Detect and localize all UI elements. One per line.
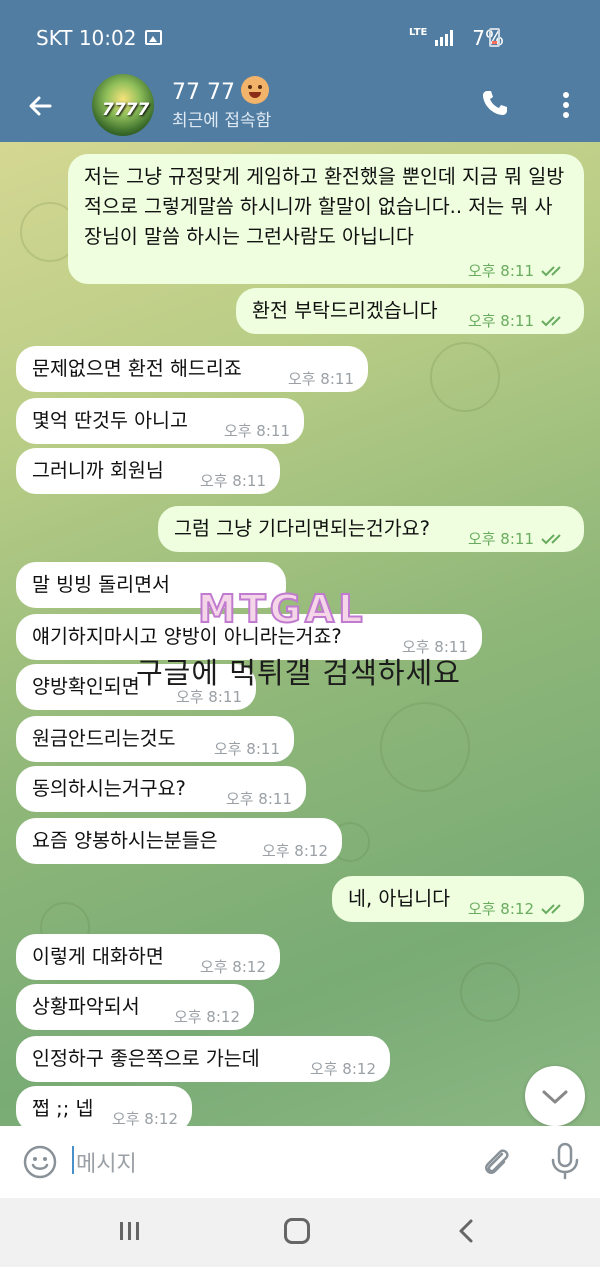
- message-bubble-outgoing[interactable]: 네, 아닙니다 오후 8:12: [332, 876, 584, 922]
- message-text: 말 빙빙 돌리면서: [32, 573, 170, 596]
- watermark-logo-text: MTGAL: [198, 587, 367, 630]
- double-check-icon: [541, 316, 561, 327]
- message-bubble-incoming[interactable]: 요즘 양봉하시는분들은 오후 8:12: [16, 818, 342, 864]
- message-input-bar: 메시지: [0, 1126, 600, 1198]
- avatar-text: 7777: [102, 100, 150, 120]
- message-bubble-incoming[interactable]: 문제없으면 환전 해드리죠 오후 8:11: [16, 346, 368, 392]
- message-bubble-incoming[interactable]: 몇억 딴것두 아니고 오후 8:11: [16, 398, 304, 444]
- avatar[interactable]: 7777: [92, 74, 154, 136]
- message-text: 환전 부탁드리겠습니다: [252, 299, 438, 322]
- message-text: 네, 아닙니다: [348, 887, 451, 910]
- more-vertical-icon[interactable]: [556, 90, 576, 120]
- contact-name-text: 77 77: [172, 80, 235, 105]
- last-seen-status: 최근에 접속함: [172, 111, 272, 131]
- message-time: 오후 8:12: [309, 1060, 376, 1078]
- message-time: 오후 8:12: [173, 1008, 240, 1026]
- message-time: 오후 8:11: [213, 740, 280, 758]
- watermark-logo: MTGAL: [197, 586, 367, 630]
- message-bubble-incoming[interactable]: 그러니까 회원님 오후 8:11: [16, 448, 280, 494]
- message-time: 오후 8:11: [199, 472, 266, 490]
- laughing-emoji-icon: [240, 76, 269, 104]
- chevron-down-icon: [542, 1090, 568, 1104]
- system-nav-bar: [0, 1198, 600, 1267]
- watermark-text: 구글에 먹튀갤 검색하세요: [136, 656, 461, 690]
- status-bar: SKT 10:02 LTE 7%: [0, 0, 600, 74]
- double-check-icon: [541, 534, 561, 545]
- message-text: 저는 그냥 규정맞게 게임하고 환전했을 뿐인데 지금 뭐 일방적으로 그렇게말…: [84, 165, 565, 248]
- message-text: 동의하시는거구요?: [32, 777, 186, 800]
- message-text: 그럼 그냥 기다리면되는건가요?: [174, 517, 430, 540]
- message-bubble-incoming[interactable]: 쩝 ;; 넵 오후 8:12: [16, 1086, 192, 1126]
- message-text: 상황파악되서: [32, 995, 140, 1018]
- message-text: 문제없으면 환전 해드리죠: [32, 357, 242, 380]
- message-bubble-incoming[interactable]: 이렇게 대화하면 오후 8:12: [16, 934, 280, 980]
- message-text: 양방확인되면: [32, 675, 140, 698]
- message-text: 그러니까 회원님: [32, 459, 164, 482]
- arrow-left-icon[interactable]: [24, 90, 56, 122]
- message-time: 오후 8:11: [225, 790, 292, 808]
- message-text: 인정하구 좋은쪽으로 가는데: [32, 1047, 260, 1070]
- contact-name[interactable]: 77 77: [172, 76, 269, 105]
- chat-area[interactable]: 저는 그냥 규정맞게 게임하고 환전했을 뿐인데 지금 뭐 일방적으로 그렇게말…: [0, 142, 600, 1126]
- text-cursor: [72, 1146, 74, 1174]
- message-input[interactable]: 메시지: [72, 1142, 452, 1182]
- scroll-down-button[interactable]: [525, 1066, 585, 1126]
- double-check-icon: [541, 266, 561, 277]
- paperclip-icon[interactable]: [478, 1144, 514, 1180]
- message-bubble-incoming[interactable]: 상황파악되서 오후 8:12: [16, 984, 254, 1030]
- message-text: 이렇게 대화하면: [32, 945, 164, 968]
- message-bubble-outgoing[interactable]: 환전 부탁드리겠습니다 오후 8:11: [236, 288, 584, 334]
- message-bubble-outgoing[interactable]: 그럼 그냥 기다리면되는건가요? 오후 8:11: [158, 506, 584, 552]
- message-bubble-incoming[interactable]: 원금안드리는것도 오후 8:11: [16, 716, 294, 762]
- message-text: 쩝 ;; 넵: [32, 1097, 94, 1120]
- lte-indicator: LTE: [409, 27, 428, 38]
- microphone-icon[interactable]: [548, 1142, 582, 1180]
- back-nav-icon[interactable]: [456, 1218, 476, 1244]
- chat-header: 7777 77 77 최근에 접속함: [0, 74, 600, 142]
- message-time: 오후 8:12: [199, 958, 266, 976]
- signal-icon: [435, 30, 453, 46]
- message-time: 오후 8:11: [467, 312, 534, 330]
- message-text: 몇억 딴것두 아니고: [32, 409, 188, 432]
- message-bubble-outgoing[interactable]: 저는 그냥 규정맞게 게임하고 환전했을 뿐인데 지금 뭐 일방적으로 그렇게말…: [68, 154, 584, 284]
- message-text: 요즘 양봉하시는분들은: [32, 829, 218, 852]
- message-time: 오후 8:11: [467, 530, 534, 548]
- message-time: 오후 8:12: [261, 842, 328, 860]
- message-time: 오후 8:12: [467, 900, 534, 918]
- smiley-icon[interactable]: [22, 1144, 58, 1180]
- message-text: 원금안드리는것도: [32, 727, 176, 750]
- message-time: 오후 8:11: [467, 262, 534, 280]
- message-time: 오후 8:11: [223, 422, 290, 440]
- message-bubble-incoming[interactable]: 동의하시는거구요? 오후 8:11: [16, 766, 306, 812]
- image-notification-icon: [145, 30, 162, 45]
- message-time: 오후 8:11: [287, 370, 354, 388]
- home-button-icon[interactable]: [284, 1218, 310, 1244]
- message-bubble-incoming[interactable]: 인정하구 좋은쪽으로 가는데 오후 8:12: [16, 1036, 390, 1082]
- recent-apps-icon[interactable]: [118, 1220, 142, 1242]
- carrier-time: SKT 10:02: [36, 26, 137, 50]
- message-placeholder: 메시지: [76, 1152, 137, 1177]
- double-check-icon: [541, 904, 561, 915]
- message-time: 오후 8:12: [111, 1110, 178, 1126]
- phone-icon[interactable]: [480, 88, 510, 118]
- battery-icon: [489, 28, 500, 47]
